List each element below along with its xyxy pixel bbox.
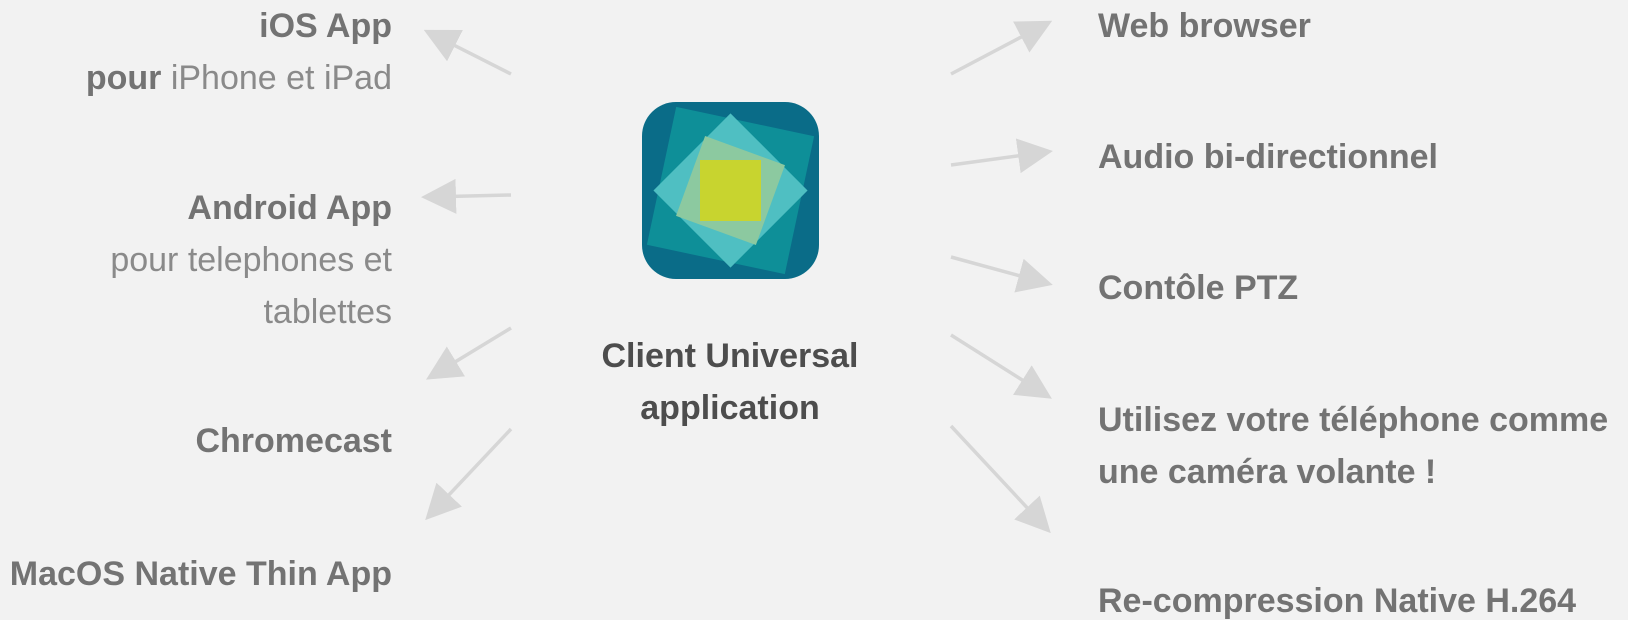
arrow-to-recompression <box>949 424 1051 534</box>
web-browser-item: Web browser <box>1098 7 1311 45</box>
diagram: iOS App pour iPhone et iPad Android App … <box>0 0 1628 620</box>
macos-app-item: MacOS Native Thin App <box>10 548 392 600</box>
arrow-to-ptz <box>950 255 1053 293</box>
flying-camera-item: Utilisez votre téléphone comme une camér… <box>1098 394 1608 498</box>
chromecast-item: Chromecast <box>195 415 392 467</box>
center-title-line1: Client Universal <box>601 337 859 375</box>
center-title: Client Universal application <box>580 330 880 434</box>
ios-app-subtitle-bold: pour <box>85 59 162 97</box>
ios-app-title: iOS App <box>259 7 392 45</box>
flying-camera-line2: une caméra volante ! <box>1098 453 1437 491</box>
center-title-line2: application <box>640 389 820 427</box>
flying-camera-line1: Utilisez votre téléphone comme <box>1098 401 1609 439</box>
android-app-subtitle-line1: pour telephones et <box>110 241 392 279</box>
arrow-to-phone <box>950 333 1052 399</box>
android-app-item: Android App pour telephones et tablettes <box>110 182 392 338</box>
ios-app-subtitle-rest: iPhone et iPad <box>161 59 392 97</box>
ptz-item: Contôle PTZ <box>1098 269 1299 307</box>
arrow-to-web <box>950 20 1053 76</box>
ios-app-item: iOS App pour iPhone et iPad <box>86 0 392 104</box>
arrow-to-ios <box>423 29 512 76</box>
recompression-item: Re-compression Native H.264 <box>1098 582 1577 620</box>
audio-item: Audio bi-directionnel <box>1098 138 1438 176</box>
ios-app-subtitle: pour iPhone et iPad <box>86 52 392 104</box>
android-app-title: Android App <box>187 189 392 227</box>
arrow-to-audio <box>950 138 1053 174</box>
arrow-to-macos <box>425 427 513 521</box>
chromecast-title: Chromecast <box>195 422 392 460</box>
macos-app-title: MacOS Native Thin App <box>9 555 392 593</box>
arrow-to-chromecast <box>426 326 512 380</box>
app-logo-icon <box>642 102 819 279</box>
android-app-subtitle-line2: tablettes <box>263 293 392 331</box>
arrow-to-android <box>421 178 512 214</box>
